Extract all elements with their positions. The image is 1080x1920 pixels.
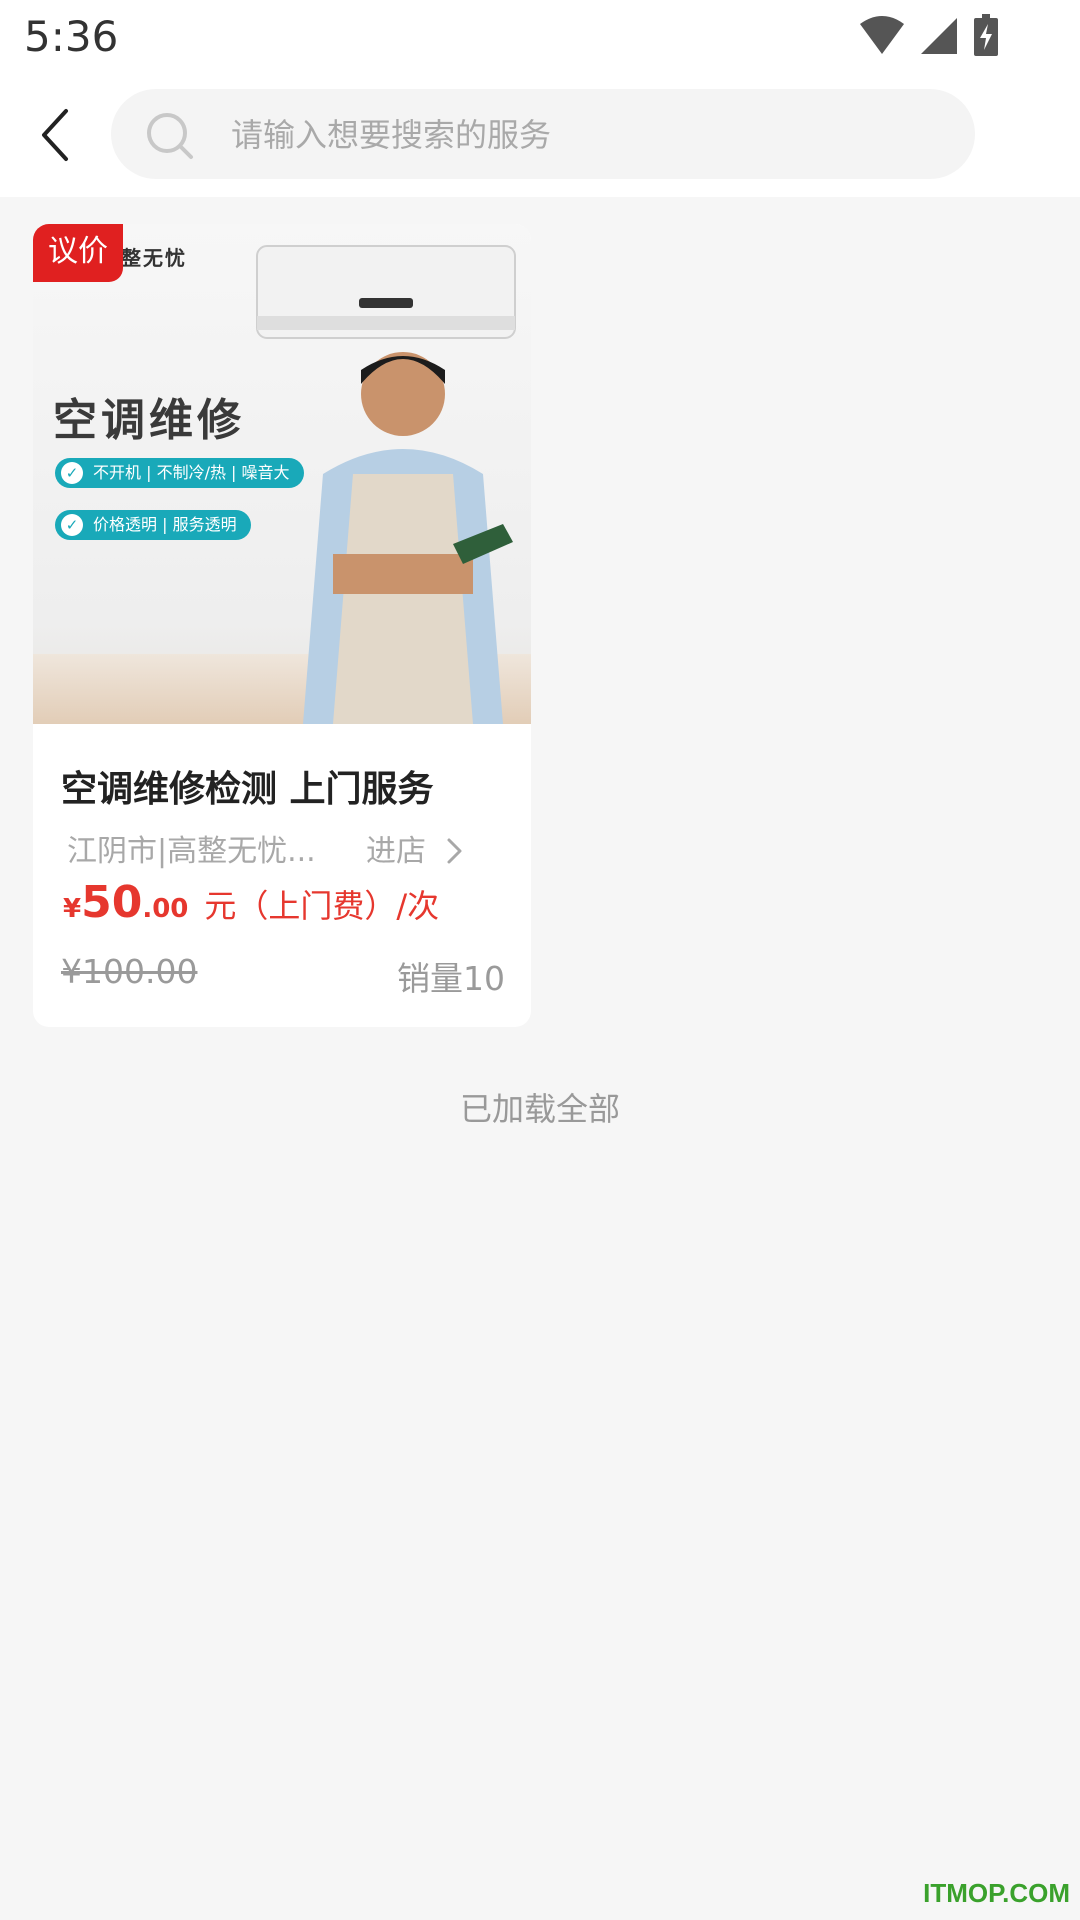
image-feature-label: 价格透明 | 服务透明 (93, 515, 237, 534)
check-icon: ✓ (61, 514, 83, 536)
status-time: 5:36 (24, 12, 119, 61)
wifi-icon (859, 16, 904, 54)
search-input[interactable] (229, 89, 933, 181)
product-image: 整无忧 空调维修 ✓ 不开机 | 不制冷/热 | 噪音大 ✓ 价格透明 | 服务… (33, 224, 531, 724)
battery-charging-icon (974, 14, 998, 56)
status-icons (850, 14, 1000, 58)
chevron-right-icon[interactable] (445, 836, 465, 866)
image-headline: 空调维修 (53, 395, 245, 446)
sales-count: 销量10 (397, 959, 505, 998)
header (0, 75, 1080, 197)
store-name: 江阴市|高整无忧... (67, 834, 316, 869)
price-currency: ¥ (63, 894, 82, 924)
negotiable-badge: 议价 (33, 224, 123, 282)
product-card[interactable]: 整无忧 空调维修 ✓ 不开机 | 不制冷/热 | 噪音大 ✓ 价格透明 | 服务… (33, 224, 531, 1027)
back-button[interactable] (30, 99, 82, 171)
chevron-left-icon (42, 109, 68, 161)
search-box[interactable] (111, 89, 975, 181)
price-decimal: .00 (142, 894, 189, 924)
watermark: ITMOP.COM (923, 1878, 1070, 1908)
check-icon: ✓ (61, 462, 83, 484)
image-feature-2: ✓ 价格透明 | 服务透明 (55, 510, 251, 540)
enter-store-link[interactable]: 进店 (366, 826, 426, 870)
price-unit: 元（上门费）/次 (204, 887, 440, 925)
image-feature-label: 不开机 | 不制冷/热 | 噪音大 (93, 463, 290, 482)
image-feature-1: ✓ 不开机 | 不制冷/热 | 噪音大 (55, 458, 304, 488)
price: ¥50.00 元（上门费）/次 (63, 877, 439, 928)
price-integer: 50 (81, 877, 143, 928)
search-icon (147, 113, 193, 159)
status-bar: 5:36 (0, 0, 1080, 75)
product-title: 空调维修检测 上门服务 (61, 769, 434, 810)
signal-icon (920, 18, 957, 54)
image-brand: 整无忧 (121, 246, 187, 270)
original-price: ¥100.00 (61, 952, 198, 991)
load-all-text: 已加载全部 (459, 1090, 620, 1128)
